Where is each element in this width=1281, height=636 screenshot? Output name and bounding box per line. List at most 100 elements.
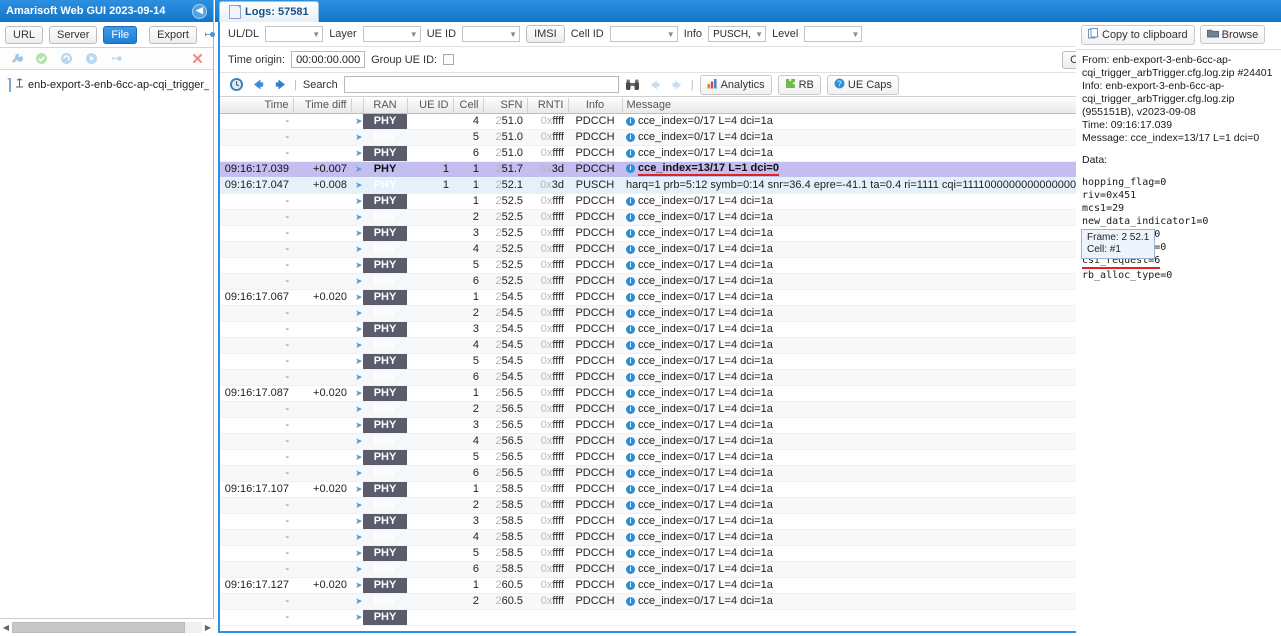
cell-ran: PHY (363, 609, 407, 626)
uecaps-label: UE Caps (847, 78, 892, 91)
layer-select[interactable]: ▼ (362, 26, 421, 42)
tab-logs[interactable]: Logs: 57581 (219, 1, 319, 22)
cell-direction-arrow: ➤ (351, 433, 363, 450)
cell-time-diff (293, 545, 351, 562)
time-origin-input[interactable] (291, 51, 366, 68)
left-panel-titlebar: Amarisoft Web GUI 2023-09-14 ◀ (0, 0, 213, 22)
prev-match-icon[interactable] (647, 77, 663, 93)
cell-time-diff: +0.020 (293, 289, 351, 306)
browse-button[interactable]: Browse (1199, 25, 1266, 44)
analytics-button[interactable]: Analytics (699, 74, 772, 95)
arrow-left-icon[interactable] (250, 77, 266, 93)
cell-ueid (407, 465, 453, 482)
col-time[interactable]: Time (220, 98, 294, 114)
cell-time-diff (293, 113, 351, 130)
cell-time-diff (293, 513, 351, 530)
imsi-button[interactable]: IMSI (526, 25, 565, 43)
tab-file[interactable]: File (103, 25, 138, 44)
info-select[interactable]: PUSCH, PI▼ (708, 26, 767, 42)
cell-sfn (483, 609, 527, 626)
cell-ran: PHY (363, 369, 407, 386)
cell-time-diff: +0.007 (293, 161, 351, 178)
scroll-right-icon[interactable]: ▶ (202, 623, 214, 632)
cell-ran: PHY (363, 257, 407, 274)
tab-url[interactable]: URL (5, 25, 44, 44)
hscroll-track[interactable] (12, 622, 202, 633)
cell-ueid (407, 225, 453, 242)
group-ueid-checkbox[interactable] (443, 54, 455, 65)
uldl-select[interactable]: ▼ (265, 26, 324, 42)
puzzle-icon (785, 78, 796, 92)
uecaps-button[interactable]: ? UE Caps (826, 74, 899, 95)
wrench-icon[interactable] (8, 51, 24, 67)
cell-time-diff (293, 465, 351, 482)
cell-time: - (220, 113, 293, 130)
copy-to-clipboard-button[interactable]: Copy to clipboard (1081, 24, 1195, 45)
cell-info: PDCCH (568, 193, 622, 210)
cell-rnti: 0xffff (527, 145, 568, 162)
close-icon[interactable] (189, 51, 205, 67)
cell-time: - (220, 609, 293, 626)
cell-ueid: 1 (407, 161, 453, 178)
cell-time-diff (293, 321, 351, 338)
refresh-icon[interactable] (58, 51, 74, 67)
col-ran[interactable]: RAN (363, 98, 408, 114)
hscroll-thumb[interactable] (12, 622, 185, 633)
col-ueid[interactable]: UE ID (407, 98, 454, 114)
col-cell[interactable]: Cell (453, 98, 484, 114)
cell-direction-arrow: ➤ (351, 529, 363, 546)
col-info[interactable]: Info (568, 98, 623, 114)
cell-time: - (220, 209, 293, 226)
next-match-icon[interactable] (669, 77, 685, 93)
arrow-icon: ➤ (355, 356, 363, 366)
col-rnti[interactable]: RNTI (527, 98, 569, 114)
ueid-select[interactable]: ▼ (462, 26, 521, 42)
cell-ueid: 1 (407, 177, 453, 194)
level-select[interactable]: ▼ (804, 26, 863, 42)
cell-ran: PHY (363, 241, 407, 258)
tree-item-file[interactable]: enb-export-3-enb-6cc-ap-cqi_trigger_arbT… (4, 76, 209, 93)
play-circle-icon[interactable] (83, 51, 99, 67)
export-button[interactable]: Export (149, 25, 197, 44)
scroll-left-icon[interactable]: ◀ (0, 623, 12, 632)
cell-sfn: 254.5 (483, 289, 527, 306)
cell-sfn: 252.5 (483, 241, 527, 258)
info-icon: i (626, 164, 635, 173)
arrow-icon: ➤ (355, 132, 363, 142)
cell-direction-arrow: ➤ (351, 113, 363, 130)
check-circle-icon[interactable] (33, 51, 49, 67)
col-time-diff[interactable]: Time diff (293, 98, 352, 114)
arrow-right-icon[interactable] (272, 77, 288, 93)
clock-icon[interactable] (228, 77, 244, 93)
col-sfn[interactable]: SFN (483, 98, 528, 114)
plug-icon[interactable] (203, 27, 216, 43)
cell-ran: PHY (363, 545, 407, 562)
cell-direction-arrow: ➤ (351, 465, 363, 482)
cell-direction-arrow: ➤ (351, 241, 363, 258)
cell-ueid (407, 513, 453, 530)
tab-server[interactable]: Server (49, 25, 98, 44)
cell-cell: 2 (453, 401, 483, 418)
cell-sfn: 254.5 (483, 321, 527, 338)
cell-sfn: 260.5 (483, 577, 527, 594)
detail-data-line: riv=0x451 (1082, 190, 1137, 201)
cell-ran: PHY (363, 529, 407, 546)
cell-cell: 1 (453, 177, 483, 194)
binoculars-icon[interactable] (625, 77, 641, 93)
search-input[interactable] (343, 76, 619, 93)
col-arrow (351, 98, 364, 114)
cell-info: PDCCH (568, 129, 622, 146)
cell-time: - (220, 145, 293, 162)
cellid-select[interactable]: ▼ (609, 26, 678, 42)
cell-ran: PHY (363, 433, 407, 450)
plug-add-icon[interactable] (108, 51, 124, 67)
cell-rnti: 0xffff (527, 513, 568, 530)
cell-direction-arrow: ➤ (351, 609, 363, 626)
cell-cell: 3 (453, 225, 483, 242)
cell-direction-arrow: ➤ (351, 337, 363, 354)
cell-time: - (220, 241, 293, 258)
chevron-left-icon[interactable]: ◀ (192, 3, 207, 19)
left-panel-hscrollbar[interactable]: ◀ ▶ (0, 618, 214, 636)
rb-button[interactable]: RB (777, 74, 821, 95)
cell-direction-arrow: ➤ (351, 209, 363, 226)
